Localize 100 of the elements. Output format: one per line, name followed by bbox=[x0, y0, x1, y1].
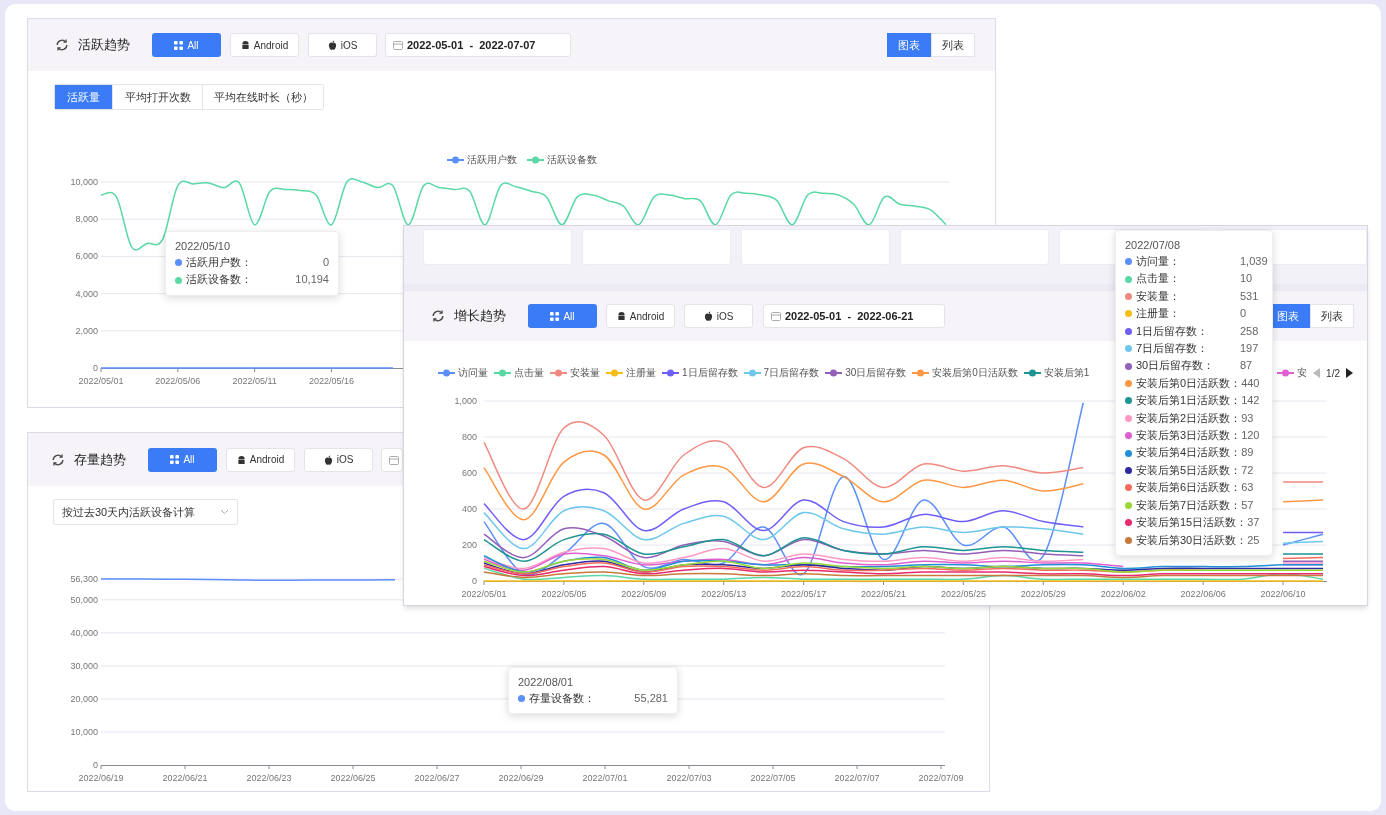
tooltip-label: 安装后第7日活跃数 bbox=[1136, 497, 1231, 513]
calendar-icon bbox=[771, 311, 781, 321]
axis-label: 2022/05/09 bbox=[621, 589, 667, 599]
tooltip-value: 142 bbox=[1241, 393, 1260, 409]
axis-label: 50,000 bbox=[70, 594, 98, 605]
tooltip-label: 安装后第1日活跃数 bbox=[1136, 393, 1231, 409]
date-range-field[interactable] bbox=[381, 447, 403, 472]
tooltip-date: 2022/08/01 bbox=[518, 675, 575, 690]
apple-icon bbox=[327, 40, 337, 50]
platform-button[interactable]: Android bbox=[230, 33, 299, 57]
calendar-icon bbox=[389, 454, 399, 465]
tooltip-colon: ： bbox=[1230, 428, 1242, 444]
tooltip-label: 安装量 bbox=[1136, 288, 1169, 304]
legend-page-indicator: 1/2 bbox=[1326, 366, 1340, 381]
tooltip-label: 访问量 bbox=[1136, 254, 1169, 269]
grid-icon bbox=[174, 40, 184, 50]
tooltip-colon: ： bbox=[1230, 497, 1242, 513]
axis-label: 2022/07/09 bbox=[918, 772, 964, 783]
axis-label: 2022/06/27 bbox=[414, 772, 460, 783]
axis-label: 2022/05/06 bbox=[155, 376, 201, 386]
tooltip-label: 7日后留存数 bbox=[1136, 341, 1198, 357]
tooltip-value: 93 bbox=[1241, 410, 1254, 426]
platform-button[interactable]: All bbox=[152, 33, 221, 57]
tooltip-colon: ： bbox=[1169, 288, 1180, 304]
tooltip-colon: ： bbox=[1230, 462, 1242, 478]
view-tab[interactable]: 列表 bbox=[1310, 304, 1354, 328]
tooltip-label: 点击量 bbox=[1136, 271, 1169, 287]
axis-label: 4,000 bbox=[75, 288, 98, 299]
calendar-icon bbox=[393, 40, 403, 50]
axis-label: 30,000 bbox=[70, 660, 98, 671]
tooltip-date: 2022/07/08 bbox=[1125, 238, 1182, 253]
tooltip-colon: ： bbox=[1230, 393, 1242, 409]
axis-label: 20,000 bbox=[70, 693, 98, 704]
tooltip-label: 1日后留存数 bbox=[1136, 323, 1198, 339]
platform-button[interactable]: iOS bbox=[684, 304, 753, 328]
axis-label: 2022/06/21 bbox=[162, 772, 208, 783]
panel-title: 活跃趋势 bbox=[78, 36, 130, 55]
axis-label: 10,000 bbox=[70, 177, 98, 187]
tooltip-value: 10,194 bbox=[295, 272, 329, 288]
tooltip-colon: ： bbox=[241, 272, 252, 288]
prev-page-icon[interactable] bbox=[1313, 368, 1321, 378]
platform-button[interactable]: All bbox=[148, 447, 217, 472]
tooltip-value: 1,039 bbox=[1240, 254, 1268, 269]
tooltip-colon: ： bbox=[1169, 254, 1180, 269]
legend-label: 安 bbox=[1297, 367, 1308, 379]
tooltip-label: 注册量 bbox=[1136, 306, 1169, 322]
tooltip-value: 120 bbox=[1241, 428, 1260, 444]
axis-label: 2022/05/16 bbox=[308, 376, 354, 386]
legend-label: 7日后留存数 bbox=[763, 367, 820, 379]
calculation-dropdown[interactable]: 按过去30天内活跃设备计算 bbox=[53, 499, 238, 525]
axis-label: 0 bbox=[93, 363, 98, 373]
tooltip-colon: ： bbox=[1197, 323, 1209, 339]
grid-icon bbox=[170, 455, 180, 464]
axis-label: 200 bbox=[461, 540, 477, 550]
platform-button[interactable]: All bbox=[528, 304, 597, 328]
tooltip-value: 0 bbox=[1240, 306, 1247, 322]
date-range-field[interactable]: 2022-05-01 - 2022-07-07 bbox=[385, 33, 571, 57]
axis-label: 2022/07/05 bbox=[750, 772, 796, 783]
date-range-field[interactable]: 2022-05-01 - 2022-06-21 bbox=[763, 304, 945, 328]
tooltip-value: 258 bbox=[1240, 323, 1259, 339]
axis-label: 2022/06/29 bbox=[498, 772, 544, 783]
tooltip-value: 72 bbox=[1241, 462, 1254, 478]
axis-label: 2022/05/17 bbox=[781, 589, 827, 599]
tooltip-label: 安装后第30日活跃数 bbox=[1136, 532, 1237, 548]
platform-button[interactable]: Android bbox=[226, 447, 295, 472]
axis-label: 1,000 bbox=[454, 396, 477, 406]
legend-label: 注册量 bbox=[626, 367, 656, 379]
axis-label: 2022/06/23 bbox=[246, 772, 292, 783]
metric-tab[interactable]: 平均在线时长（秒） bbox=[202, 85, 323, 109]
tooltip-value: 89 bbox=[1241, 445, 1254, 461]
axis-label: 2022/05/25 bbox=[940, 589, 986, 599]
axis-label: 2022/05/11 bbox=[232, 376, 277, 386]
axis-label: 2022/07/01 bbox=[582, 772, 628, 783]
legend-label: 活跃用户数 bbox=[466, 154, 517, 166]
platform-button[interactable]: Android bbox=[606, 304, 675, 328]
axis-label: 8,000 bbox=[75, 214, 98, 225]
next-page-icon[interactable] bbox=[1346, 368, 1353, 378]
tooltip-label: 安装后第0日活跃数 bbox=[1136, 375, 1231, 391]
apple-icon bbox=[323, 454, 333, 465]
axis-label: 2022/06/02 bbox=[1100, 589, 1146, 599]
tooltip-colon: ： bbox=[241, 255, 252, 270]
platform-button[interactable]: iOS bbox=[304, 447, 373, 472]
tooltip-value: 197 bbox=[1240, 341, 1259, 357]
grid-icon bbox=[550, 311, 560, 321]
tooltip-value: 25 bbox=[1247, 532, 1260, 548]
legend-label: 安装后第0日活跃数 bbox=[932, 367, 1018, 379]
platform-button[interactable]: iOS bbox=[308, 33, 377, 57]
axis-label: 2,000 bbox=[75, 325, 98, 336]
tooltip-label: 活跃设备数 bbox=[186, 272, 241, 288]
metric-tab[interactable]: 活跃量 bbox=[55, 85, 112, 109]
axis-label: 56,300 bbox=[70, 573, 98, 584]
axis-label: 2022/07/07 bbox=[834, 772, 880, 783]
axis-label: 2022/06/06 bbox=[1180, 589, 1226, 599]
tooltip-colon: ： bbox=[1230, 410, 1242, 426]
view-tab[interactable]: 图表 bbox=[887, 33, 931, 57]
axis-label: 2022/06/25 bbox=[330, 772, 376, 783]
panel-title: 存量趋势 bbox=[74, 450, 126, 469]
tooltip-colon: ： bbox=[1230, 480, 1242, 496]
legend-label: 访问量 bbox=[458, 367, 488, 379]
view-tab[interactable]: 列表 bbox=[931, 33, 975, 57]
